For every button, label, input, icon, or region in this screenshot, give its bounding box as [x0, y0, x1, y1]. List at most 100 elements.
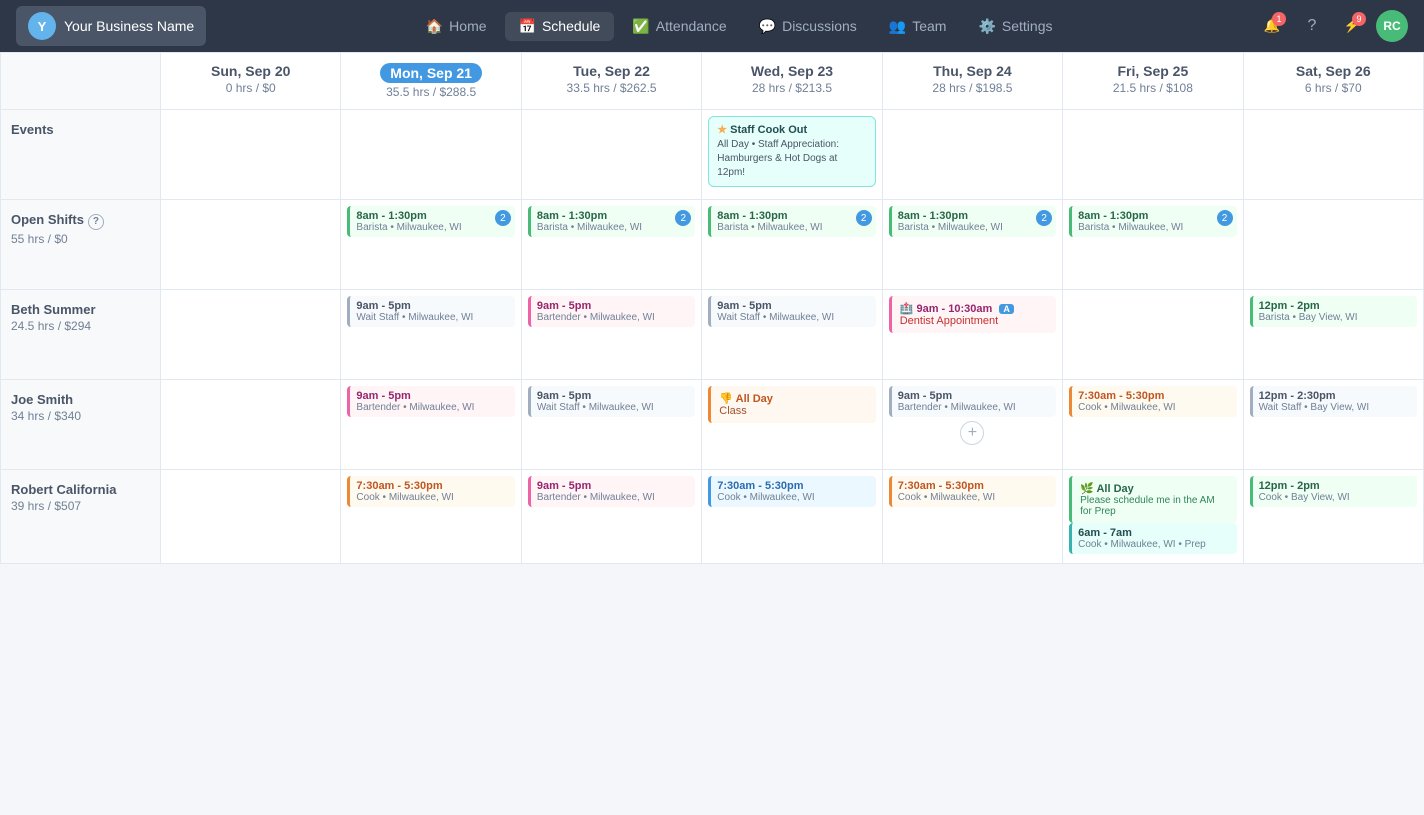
day-label-3: Wed, Sep 23 [710, 63, 873, 79]
section-name-joe-smith: Joe Smith [11, 392, 150, 407]
shift-pink-block[interactable]: 9am - 5pmBartender • Milwaukee, WI [347, 386, 514, 417]
day-label-2: Tue, Sep 22 [530, 63, 693, 79]
cell-beth-summer-day-6: 12pm - 2pmBarista • Bay View, WI [1244, 290, 1424, 380]
day-hours-0: 0 hrs / $0 [169, 81, 332, 95]
day-hours-3: 28 hrs / $213.5 [710, 81, 873, 95]
shift-teal-block[interactable]: 6am - 7amCook • Milwaukee, WI • Prep [1069, 523, 1236, 554]
cell-robert-california-day-5: 🌿 All DayPlease schedule me in the AM fo… [1063, 470, 1243, 564]
cell-beth-summer-day-0 [161, 290, 341, 380]
schedule-icon: 📅 [519, 18, 536, 35]
shift-gray-block[interactable]: 9am - 5pmWait Staff • Milwaukee, WI [708, 296, 875, 327]
day-hours-6: 6 hrs / $70 [1252, 81, 1415, 95]
section-label-joe-smith: Joe Smith34 hrs / $340 [1, 380, 161, 470]
section-name-robert-california: Robert California [11, 482, 150, 497]
cell-events-day-6 [1244, 110, 1424, 200]
section-name-open-shifts: Open Shifts? [11, 212, 150, 230]
notifications-button[interactable]: 🔔 1 [1256, 10, 1288, 42]
shift-green-block[interactable]: 12pm - 2pmBarista • Bay View, WI [1250, 296, 1417, 327]
day-hours-5: 21.5 hrs / $108 [1071, 81, 1234, 95]
nav-settings[interactable]: ⚙️ Settings [964, 12, 1066, 41]
cell-robert-california-day-6: 12pm - 2pmCook • Bay View, WI [1244, 470, 1424, 564]
section-name-events: Events [11, 122, 150, 137]
open-shift-block[interactable]: 8am - 1:30pmBarista • Milwaukee, WI2 [528, 206, 695, 237]
event-block[interactable]: ★Staff Cook OutAll Day • Staff Appreciat… [708, 116, 875, 187]
header-day-5: Fri, Sep 2521.5 hrs / $108 [1063, 53, 1243, 110]
nav-home[interactable]: 🏠 Home [412, 12, 501, 41]
cell-robert-california-day-4: 7:30am - 5:30pmCook • Milwaukee, WI [883, 470, 1063, 564]
help-button[interactable]: ? [1296, 10, 1328, 42]
brand[interactable]: Y Your Business Name [16, 6, 206, 46]
open-shift-block[interactable]: 8am - 1:30pmBarista • Milwaukee, WI2 [708, 206, 875, 237]
nav-right: 🔔 1 ? ⚡ 9 RC [1256, 10, 1408, 42]
nav-discussions[interactable]: 💬 Discussions [745, 12, 871, 41]
section-label-open-shifts: Open Shifts?55 hrs / $0 [1, 200, 161, 290]
header-day-4: Thu, Sep 2428 hrs / $198.5 [883, 53, 1063, 110]
cell-robert-california-day-2: 9am - 5pmBartender • Milwaukee, WI [522, 470, 702, 564]
section-label-robert-california: Robert California39 hrs / $507 [1, 470, 161, 564]
cell-robert-california-day-3: 7:30am - 5:30pmCook • Milwaukee, WI [702, 470, 882, 564]
cell-open-shifts-day-4: 8am - 1:30pmBarista • Milwaukee, WI2 [883, 200, 1063, 290]
shift-orange-block[interactable]: 7:30am - 5:30pmCook • Milwaukee, WI [347, 476, 514, 507]
cell-joe-smith-day-2: 9am - 5pmWait Staff • Milwaukee, WI [522, 380, 702, 470]
star-icon: ★ [717, 124, 727, 136]
settings-icon: ⚙️ [978, 18, 995, 35]
cell-beth-summer-day-4: 🏥 9am - 10:30am ADentist Appointment [883, 290, 1063, 380]
allday-green-block[interactable]: 🌿 All DayPlease schedule me in the AM fo… [1069, 476, 1236, 523]
day-label-0: Sun, Sep 20 [169, 63, 332, 79]
shift-gray-block[interactable]: 9am - 5pmWait Staff • Milwaukee, WI [347, 296, 514, 327]
alerts-button[interactable]: ⚡ 9 [1336, 10, 1368, 42]
shift-orange-block[interactable]: 7:30am - 5:30pmCook • Milwaukee, WI [1069, 386, 1236, 417]
cell-beth-summer-day-3: 9am - 5pmWait Staff • Milwaukee, WI [702, 290, 882, 380]
cell-events-day-0 [161, 110, 341, 200]
header-day-1: Mon, Sep 2135.5 hrs / $288.5 [341, 53, 521, 110]
day-label-1: Mon, Sep 21 [380, 63, 482, 83]
team-icon: 👥 [889, 18, 906, 35]
cell-events-day-5 [1063, 110, 1243, 200]
cell-joe-smith-day-5: 7:30am - 5:30pmCook • Milwaukee, WI [1063, 380, 1243, 470]
cell-open-shifts-day-2: 8am - 1:30pmBarista • Milwaukee, WI2 [522, 200, 702, 290]
nav-team[interactable]: 👥 Team [875, 12, 961, 41]
cell-open-shifts-day-3: 8am - 1:30pmBarista • Milwaukee, WI2 [702, 200, 882, 290]
alert-badge: 9 [1352, 12, 1366, 26]
cell-joe-smith-day-6: 12pm - 2:30pmWait Staff • Bay View, WI [1244, 380, 1424, 470]
section-label-events: Events [1, 110, 161, 200]
shift-gray-block[interactable]: 9am - 5pmBartender • Milwaukee, WI [889, 386, 1056, 417]
open-shifts-help-icon[interactable]: ? [88, 214, 104, 230]
schedule-container: Sun, Sep 20 0 hrs / $0 Mon, Sep 2135.5 hrs… [0, 52, 1424, 564]
open-shift-block[interactable]: 8am - 1:30pmBarista • Milwaukee, WI2 [889, 206, 1056, 237]
cell-open-shifts-day-1: 8am - 1:30pmBarista • Milwaukee, WI2 [341, 200, 521, 290]
dentist-block[interactable]: 🏥 9am - 10:30am ADentist Appointment [889, 296, 1056, 333]
cell-events-day-1 [341, 110, 521, 200]
section-name-beth-summer: Beth Summer [11, 302, 150, 317]
schedule-grid: Sun, Sep 20 0 hrs / $0 Mon, Sep 2135.5 hrs… [0, 52, 1424, 564]
cell-events-day-2 [522, 110, 702, 200]
shift-pink-block[interactable]: 9am - 5pmBartender • Milwaukee, WI [528, 476, 695, 507]
nav-schedule[interactable]: 📅 Schedule [505, 12, 615, 41]
shift-green-block[interactable]: 12pm - 2pmCook • Bay View, WI [1250, 476, 1417, 507]
notification-badge: 1 [1272, 12, 1286, 26]
add-shift-button[interactable]: + [960, 421, 984, 445]
header-day-3: Wed, Sep 23 28 hrs / $213.5 [702, 53, 882, 110]
attendance-icon: ✅ [632, 18, 649, 35]
shift-orange-block[interactable]: 7:30am - 5:30pmCook • Milwaukee, WI [889, 476, 1056, 507]
question-icon: ? [1308, 17, 1317, 35]
header-empty [1, 53, 161, 110]
shift-blue-block[interactable]: 7:30am - 5:30pmCook • Milwaukee, WI [708, 476, 875, 507]
header-day-6: Sat, Sep 26 6 hrs / $70 [1244, 53, 1424, 110]
cell-open-shifts-day-0 [161, 200, 341, 290]
section-sub-beth-summer: 24.5 hrs / $294 [11, 319, 150, 333]
brand-name: Your Business Name [64, 18, 194, 34]
cell-open-shifts-day-6 [1244, 200, 1424, 290]
open-shift-block[interactable]: 8am - 1:30pmBarista • Milwaukee, WI2 [347, 206, 514, 237]
nav-attendance[interactable]: ✅ Attendance [618, 12, 740, 41]
allday-orange-block[interactable]: 👎 All DayClass [708, 386, 875, 423]
shift-pink-block[interactable]: 9am - 5pmBartender • Milwaukee, WI [528, 296, 695, 327]
section-label-beth-summer: Beth Summer 24.5 hrs / $294 [1, 290, 161, 380]
shift-gray-block[interactable]: 9am - 5pmWait Staff • Milwaukee, WI [528, 386, 695, 417]
user-avatar[interactable]: RC [1376, 10, 1408, 42]
day-hours-4: 28 hrs / $198.5 [891, 81, 1054, 95]
brand-avatar: Y [28, 12, 56, 40]
day-label-6: Sat, Sep 26 [1252, 63, 1415, 79]
shift-gray-block[interactable]: 12pm - 2:30pmWait Staff • Bay View, WI [1250, 386, 1417, 417]
open-shift-block[interactable]: 8am - 1:30pmBarista • Milwaukee, WI2 [1069, 206, 1236, 237]
